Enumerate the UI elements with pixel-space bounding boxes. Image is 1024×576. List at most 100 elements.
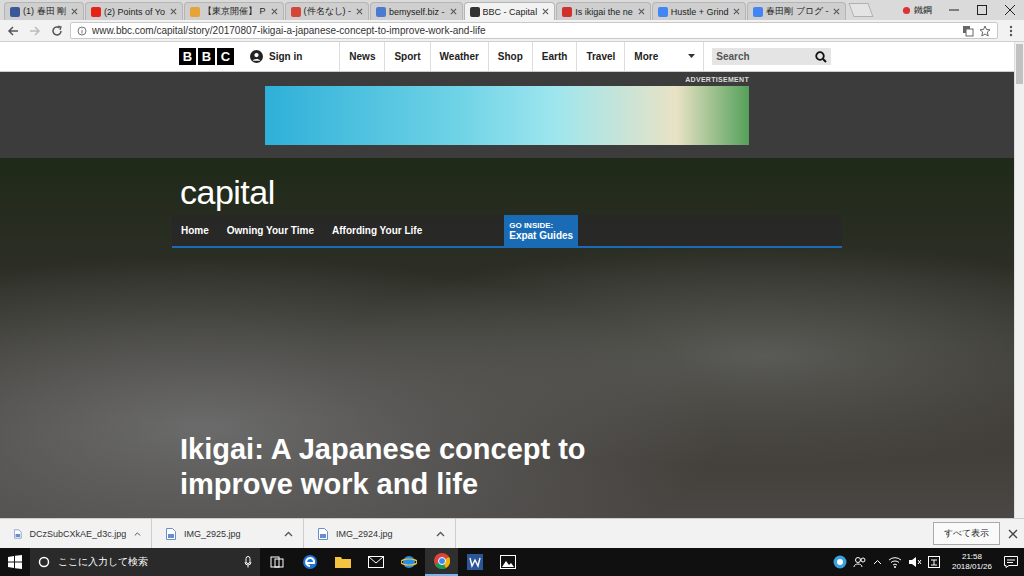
download-item[interactable]: DCzSubCXkAE_d3c.jpg [0,519,152,549]
browser-tab[interactable]: (1) 春田 剛 [4,2,84,20]
more-menu[interactable]: More [625,42,704,71]
taskbar-search[interactable]: ここに入力して検索 [30,548,260,576]
favicon-icon [190,7,200,17]
close-icon[interactable] [542,8,549,15]
windows-icon [8,555,22,569]
notification-icon[interactable] [1004,556,1018,568]
ime-icon[interactable] [928,556,940,568]
browser-tab[interactable]: 【東京開催】 P [184,2,284,20]
page-info-icon[interactable] [77,26,87,36]
nav-link[interactable]: Weather [431,42,489,71]
tray-overflow-icon[interactable] [873,559,882,565]
browser-tab[interactable]: (件名なし) - [285,2,370,20]
ad-section: ADVERTISEMENT [0,72,1014,158]
close-icon[interactable] [271,8,278,15]
search-field[interactable]: Search [712,48,831,65]
browser-tab[interactable]: 春田剛 ブログ - [747,2,846,20]
browser-tab[interactable]: bemyself.biz - [370,2,463,20]
chevron-up-icon[interactable] [134,531,141,537]
close-icon[interactable] [1008,529,1018,539]
star-icon[interactable] [979,25,991,37]
chevron-up-icon[interactable] [436,531,445,537]
internet-explorer-icon[interactable] [392,548,425,576]
capital-nav-link[interactable]: Owning Your Time [218,215,323,246]
new-tab-button[interactable] [849,3,874,17]
clock[interactable]: 21:58 2018/01/26 [946,552,998,572]
translate-icon[interactable] [962,25,974,37]
nav-link[interactable]: Sport [385,42,430,71]
toolbar: www.bbc.com/capital/story/20170807-ikiga… [0,20,1024,42]
show-all-button[interactable]: すべて表示 [933,522,1000,545]
edge-icon[interactable] [293,548,326,576]
favicon-icon [291,7,301,17]
downloads-bar: DCzSubCXkAE_d3c.jpg IMG_2925.jpg IMG_292… [0,518,1024,548]
capital-logo[interactable]: capital [172,172,842,212]
close-icon[interactable] [733,8,740,15]
capital-nav-link[interactable]: Home [172,215,218,246]
start-button[interactable] [0,555,30,569]
favicon-icon [658,7,668,17]
address-bar[interactable]: www.bbc.com/capital/story/20170807-ikiga… [70,22,998,39]
file-icon [166,528,176,540]
taskbar: ここに入力して検索 21:58 2018/01/26 [0,548,1024,576]
hero: capital HomeOwning Your TimeAffording Yo… [0,158,1014,518]
favicon-icon [470,7,480,17]
ad-banner[interactable] [265,86,749,145]
scrollbar[interactable] [1014,42,1024,518]
system-tray: 21:58 2018/01/26 [833,552,1024,572]
user-icon [250,50,263,63]
chrome-icon[interactable] [425,548,458,576]
close-icon[interactable] [638,8,645,15]
ad-label: ADVERTISEMENT [685,76,749,83]
close-icon[interactable] [170,8,177,15]
microphone-icon[interactable] [244,556,252,568]
browser-tab[interactable]: Hustle + Grind [652,2,747,20]
network-icon[interactable] [888,556,902,568]
people-icon[interactable] [853,556,867,568]
scroll-thumb[interactable] [1016,44,1023,84]
nav-link[interactable]: Earth [533,42,578,71]
minimize-icon[interactable] [940,0,968,20]
screen: (1) 春田 剛 (2) Points of Yo 【東京開催】 P (件名なし… [0,0,1024,576]
task-view-icon[interactable] [260,548,293,576]
close-icon[interactable] [833,8,840,15]
bbc-logo[interactable]: BBC [179,48,234,65]
close-window-icon[interactable] [996,0,1024,20]
volume-muted-icon[interactable] [908,556,922,568]
browser-tab[interactable]: BBC - Capital [464,2,556,20]
favicon-icon [10,7,20,17]
dropdown-icon [688,54,695,59]
back-icon[interactable] [4,24,22,38]
browser-tab[interactable]: (2) Points of Yo [85,2,183,20]
mail-icon[interactable] [359,548,392,576]
sign-in-link[interactable]: Sign in [250,50,339,63]
maximize-icon[interactable] [968,0,996,20]
tab-strip: (1) 春田 剛 (2) Points of Yo 【東京開催】 P (件名なし… [0,0,1024,20]
word-icon[interactable] [458,548,491,576]
close-icon[interactable] [71,8,78,15]
browser-tab[interactable]: Is ikigai the ne [556,2,651,20]
photos-icon[interactable] [491,548,524,576]
nav-link[interactable]: Shop [489,42,533,71]
file-explorer-icon[interactable] [326,548,359,576]
download-item[interactable]: IMG_2925.jpg [152,519,304,549]
chevron-up-icon[interactable] [284,531,293,537]
search-icon[interactable] [815,51,827,63]
nav-link[interactable]: Travel [577,42,625,71]
capital-nav-link[interactable]: Affording Your Life [323,215,431,246]
file-icon [318,528,328,540]
profile-icon [902,6,911,15]
download-item[interactable]: IMG_2924.jpg [304,519,456,549]
web-page: BBC Sign in NewsSportWeatherShopEarthTra… [0,42,1024,518]
close-icon[interactable] [356,8,363,15]
profile-button[interactable]: 鐵鋼 [894,0,940,20]
forward-icon[interactable] [26,24,44,38]
go-inside-link[interactable]: GO INSIDE: Expat Guides [504,215,578,246]
nav-link[interactable]: News [340,42,385,71]
site-nav: BBC Sign in NewsSportWeatherShopEarthTra… [0,42,1014,72]
reload-icon[interactable] [48,24,66,38]
menu-icon[interactable] [1002,24,1020,38]
close-icon[interactable] [450,8,457,15]
cortana-icon [38,556,50,568]
help-icon[interactable] [833,555,847,569]
